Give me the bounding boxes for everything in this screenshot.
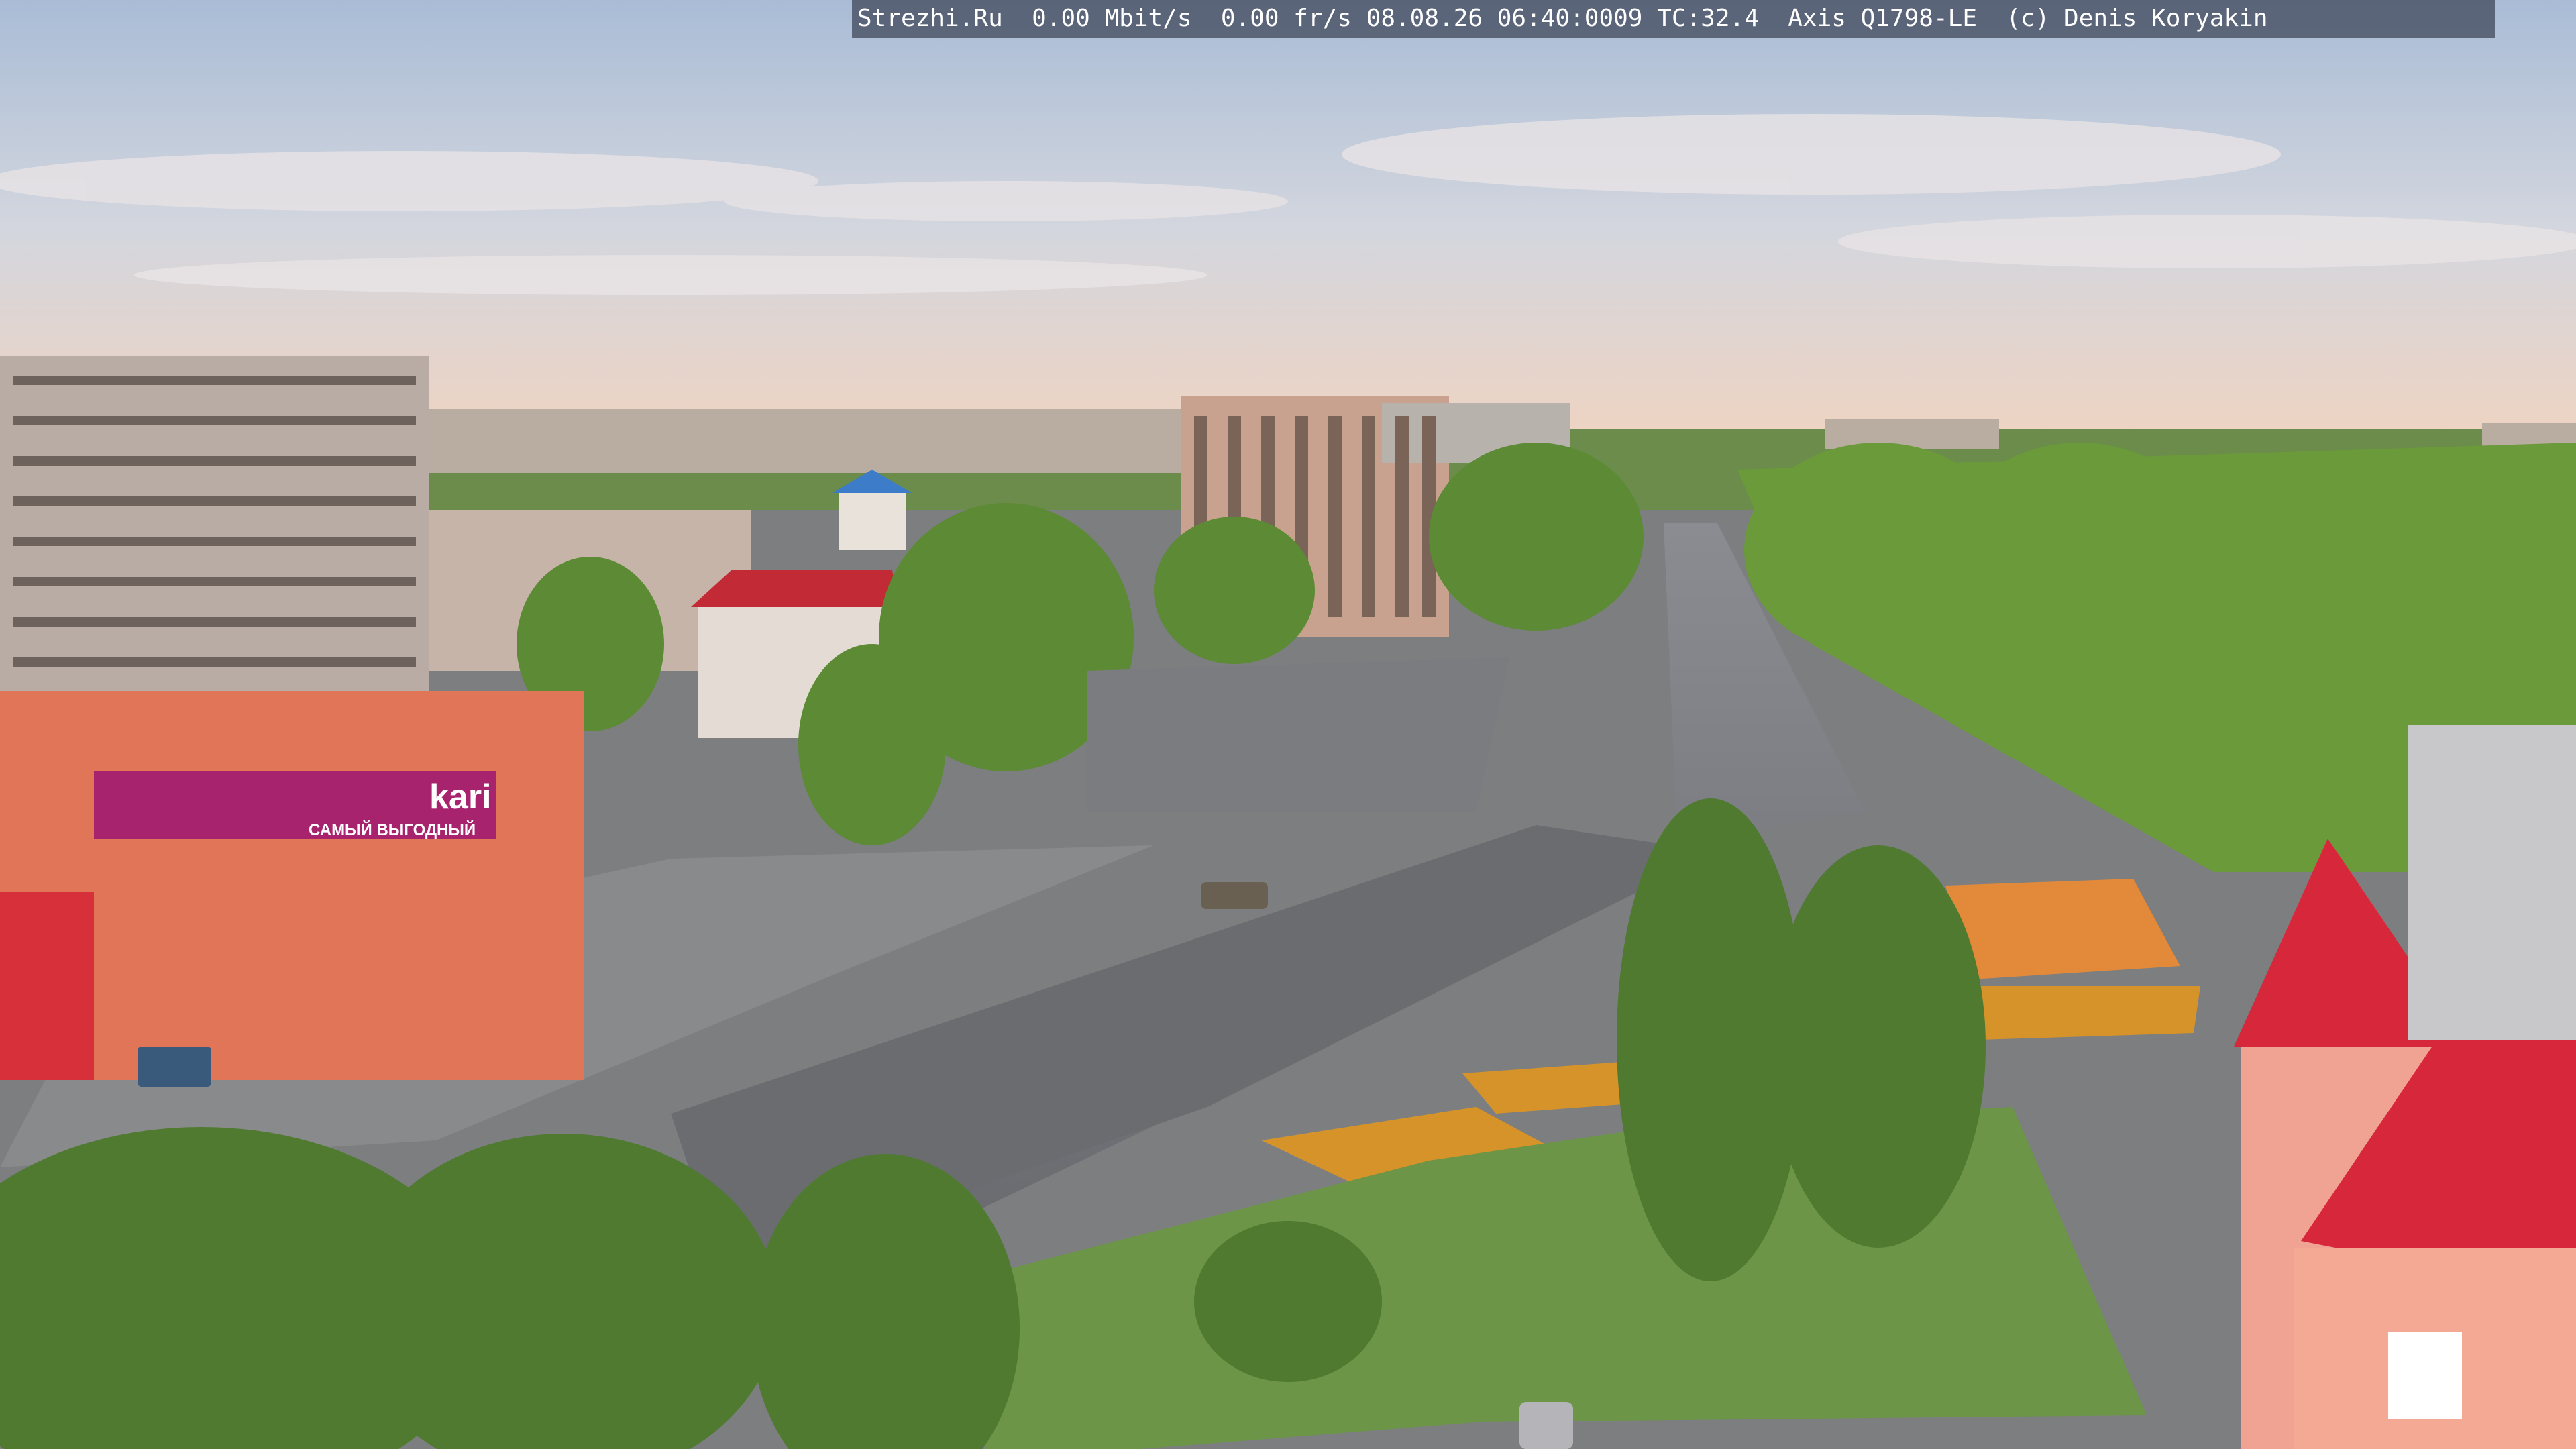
- overlay-site: Strezhi.Ru: [857, 5, 1003, 32]
- overlay-temperature: TC:32.4: [1657, 5, 1759, 32]
- parking-plaza: [1087, 657, 1509, 812]
- overlay-timestamp: 08.08.26 06:40:0009: [1366, 5, 1643, 32]
- kari-banner: САМЫЙ ВЫГОДНЫЙ: [309, 820, 476, 839]
- overlay-framerate: 0.00 fr/s: [1220, 5, 1352, 32]
- overlay-copyright: (c) Denis Koryakin: [2006, 5, 2268, 32]
- overlay-bitrate: 0.00 Mbit/s: [1032, 5, 1192, 32]
- blue-truck: [138, 1046, 211, 1087]
- webcam-scene: kari САМЫЙ ВЫГОДНЫЙ: [0, 0, 2576, 1449]
- kari-logo: kari: [429, 777, 492, 816]
- parked-suv: [1201, 882, 1268, 909]
- grey-building-right: [2408, 724, 2576, 1040]
- parked-car-bottom: [1519, 1402, 1573, 1449]
- overlay-camera-model: Axis Q1798-LE: [1788, 5, 1977, 32]
- kari-storefront-building: [0, 691, 584, 1080]
- camera-info-overlay: Strezhi.Ru 0.00 Mbit/s 0.00 fr/s 08.08.2…: [852, 0, 2496, 38]
